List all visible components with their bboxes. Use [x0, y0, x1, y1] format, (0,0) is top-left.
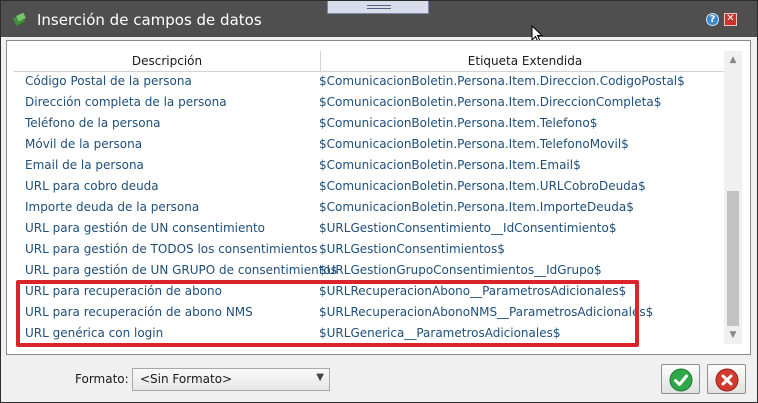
scroll-up-arrow-icon[interactable]: ▲	[728, 55, 738, 65]
table-row[interactable]: Móvil de la persona $ComunicacionBoletin.…	[14, 134, 729, 155]
format-select[interactable]: <Sin Formato> ▼	[132, 368, 330, 391]
cancel-button[interactable]	[707, 364, 746, 394]
row-tag: $URLGestionConsentimientos$	[319, 242, 505, 256]
chevron-down-icon: ▼	[316, 372, 324, 383]
format-label: Formato:	[75, 372, 129, 386]
title-bar[interactable]: Inserción de campos de datos ? ✕	[1, 1, 757, 37]
close-button[interactable]: ✕	[724, 13, 737, 26]
row-tag: $ComunicacionBoletin.Persona.Item.Import…	[319, 200, 634, 214]
format-select-value: <Sin Formato>	[140, 372, 233, 386]
cancel-x-icon	[715, 368, 739, 392]
row-description: URL para gestión de UN GRUPO de consenti…	[25, 263, 337, 277]
row-description: URL para cobro deuda	[25, 179, 159, 193]
row-tag: $ComunicacionBoletin.Persona.Item.Telefo…	[319, 137, 629, 151]
table-row[interactable]: URL para gestión de UN GRUPO de consenti…	[14, 260, 729, 281]
vertical-scrollbar[interactable]: ▲ ▼	[724, 51, 742, 344]
accept-button[interactable]	[661, 364, 700, 394]
row-description: Email de la persona	[25, 158, 144, 172]
row-tag: $ComunicacionBoletin.Persona.Item.URLCob…	[319, 179, 646, 193]
table-row[interactable]: URL para gestión de TODOS los consentimi…	[14, 239, 729, 260]
row-tag: $ComunicacionBoletin.Persona.Item.Telefo…	[319, 116, 598, 130]
table-row[interactable]: URL para gestión de UN consentimiento $UR…	[14, 218, 729, 239]
table-row[interactable]: URL para cobro deuda $ComunicacionBoletin…	[14, 176, 729, 197]
help-button[interactable]: ?	[706, 13, 719, 26]
row-description: URL para gestión de TODOS los consentimi…	[25, 242, 318, 256]
row-description: Importe deuda de la persona	[25, 200, 200, 214]
checkmark-icon	[669, 368, 693, 392]
highlight-annotation-box	[16, 280, 639, 347]
scroll-down-arrow-icon[interactable]: ▼	[728, 330, 738, 340]
scrollbar-thumb[interactable]	[727, 191, 739, 326]
row-description: Móvil de la persona	[25, 137, 143, 151]
row-tag: $ComunicacionBoletin.Persona.Item.Direcc…	[319, 95, 662, 109]
column-header-description[interactable]: Descripción	[14, 51, 321, 71]
table-row[interactable]: Dirección completa de la persona $Comunic…	[14, 92, 729, 113]
drag-handle[interactable]	[327, 1, 429, 14]
row-description: Código Postal de la persona	[25, 74, 192, 88]
row-tag: $URLGestionGrupoConsentimientos__IdGrupo…	[319, 263, 602, 277]
table-row[interactable]: Email de la persona $ComunicacionBoletin.…	[14, 155, 729, 176]
fields-table: Descripción Etiqueta Extendida Código Po…	[6, 40, 751, 355]
table-row[interactable]: Teléfono de la persona $ComunicacionBolet…	[14, 113, 729, 134]
window-title: Inserción de campos de datos	[37, 11, 262, 29]
row-tag: $URLGestionConsentimiento__IdConsentimie…	[319, 221, 617, 235]
table-row[interactable]: Código Postal de la persona $Comunicacion…	[14, 71, 729, 92]
row-tag: $ComunicacionBoletin.Persona.Item.Direcc…	[319, 74, 685, 88]
row-description: Teléfono de la persona	[25, 116, 161, 130]
row-description: URL para gestión de UN consentimiento	[25, 221, 266, 235]
dialog-window: Inserción de campos de datos ? ✕ Descrip…	[0, 0, 758, 403]
column-header-extended-tag[interactable]: Etiqueta Extendida	[321, 51, 729, 71]
row-description: Dirección completa de la persona	[25, 95, 227, 109]
table-row[interactable]: Importe deuda de la persona $Comunicacion…	[14, 197, 729, 218]
app-icon	[12, 12, 26, 26]
table-header: Descripción Etiqueta Extendida	[14, 51, 729, 72]
row-tag: $ComunicacionBoletin.Persona.Item.Email$	[319, 158, 581, 172]
